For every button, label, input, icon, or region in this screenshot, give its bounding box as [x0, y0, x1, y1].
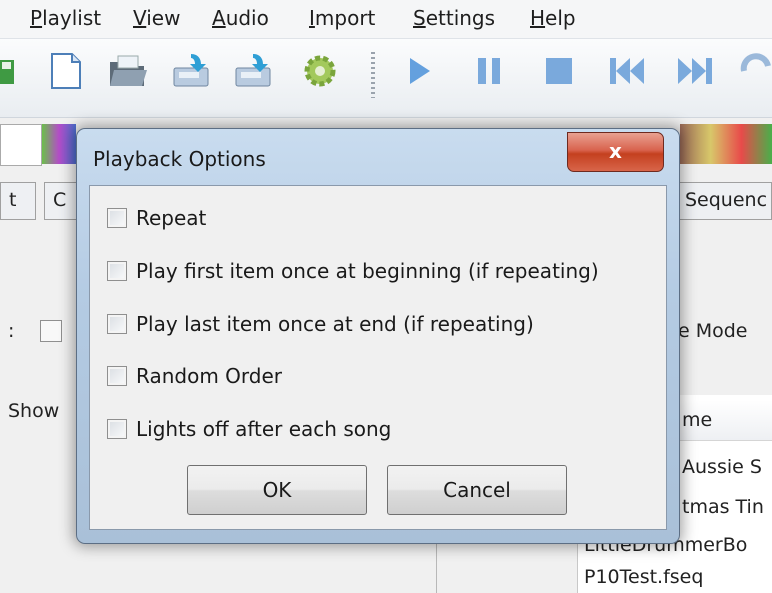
random-order-checkbox[interactable] — [107, 366, 127, 386]
close-icon: x — [609, 139, 622, 163]
new-file-icon[interactable] — [46, 52, 86, 90]
menu-settings[interactable]: Settings — [413, 6, 495, 30]
divider — [436, 540, 437, 593]
play-first-checkbox[interactable] — [107, 261, 127, 281]
save-icon[interactable] — [0, 52, 20, 90]
stop-icon[interactable] — [540, 52, 580, 90]
menu-bar: Playlist View Audio Import Settings Help — [0, 0, 772, 39]
cancel-button[interactable]: Cancel — [387, 465, 567, 515]
dialog-body — [89, 185, 667, 530]
tab-left-1-label: t — [9, 189, 17, 211]
mode-label: e Mode — [678, 320, 748, 342]
play-last-checkbox[interactable] — [107, 314, 127, 334]
menu-import[interactable]: Import — [309, 6, 375, 30]
pause-icon[interactable] — [470, 52, 510, 90]
show-label: Show — [8, 400, 60, 422]
menu-help[interactable]: Help — [530, 6, 576, 30]
play-last-label: Play last item once at end (if repeating… — [136, 312, 534, 336]
play-first-label: Play first item once at beginning (if re… — [136, 259, 599, 283]
menu-view[interactable]: View — [133, 6, 180, 30]
color-swatch-gradient[interactable] — [42, 124, 76, 164]
random-order-label: Random Order — [136, 364, 282, 388]
list-item[interactable]: Aussie S — [682, 456, 762, 478]
lights-off-label: Lights off after each song — [136, 417, 392, 441]
field-label-colon: : — [8, 320, 15, 342]
menu-audio[interactable]: Audio — [212, 6, 269, 30]
list-header-name: me — [682, 409, 713, 431]
list-item[interactable]: tmas Tin — [682, 496, 764, 518]
toolbar-separator — [371, 52, 375, 98]
tab-left-2-label: C — [53, 189, 67, 211]
color-swatch-white[interactable] — [0, 124, 42, 166]
tab-sequence[interactable]: Sequenc — [676, 182, 772, 220]
repeat-icon[interactable] — [738, 52, 772, 90]
close-button[interactable]: x — [567, 132, 664, 172]
tab-left-1[interactable]: t — [0, 182, 36, 220]
play-icon[interactable] — [400, 52, 440, 90]
dialog-title: Playback Options — [93, 147, 266, 171]
open-folder-icon[interactable] — [108, 52, 148, 90]
save-as-icon[interactable] — [171, 52, 211, 90]
background-checkbox[interactable] — [40, 320, 62, 342]
ok-button[interactable]: OK — [187, 465, 367, 515]
lights-off-checkbox[interactable] — [107, 419, 127, 439]
first-item-icon[interactable] — [606, 52, 646, 90]
last-item-icon[interactable] — [676, 52, 716, 90]
repeat-checkbox[interactable] — [107, 208, 127, 228]
color-swatch-effects[interactable] — [680, 124, 772, 164]
list-item[interactable]: P10Test.fseq — [584, 566, 703, 588]
menu-playlist[interactable]: Playlist — [30, 6, 101, 30]
tab-left-2[interactable]: C — [44, 182, 78, 220]
repeat-label: Repeat — [136, 206, 207, 230]
export-icon[interactable] — [233, 52, 273, 90]
tab-sequence-label: Sequenc — [685, 189, 768, 211]
settings-gear-icon[interactable] — [300, 52, 340, 90]
